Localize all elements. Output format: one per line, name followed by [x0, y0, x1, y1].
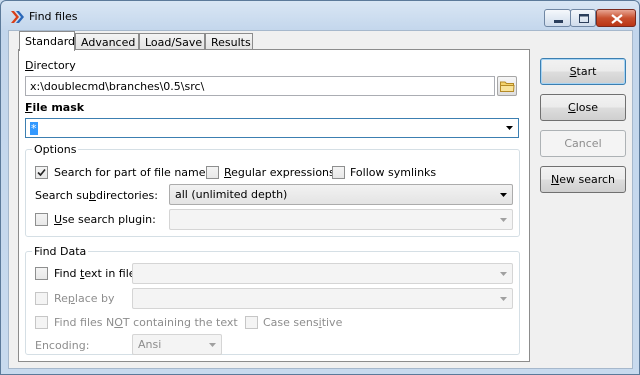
not-containing-checkbox[interactable] [35, 316, 48, 329]
file-mask-value: * [30, 122, 38, 135]
replace-by-combobox[interactable] [132, 288, 513, 309]
case-sensitive-label: Case sensitive [263, 316, 343, 329]
chevron-down-icon [209, 343, 216, 347]
encoding-select[interactable]: Ansi [132, 334, 222, 355]
tab-results[interactable]: Results [205, 33, 253, 50]
standard-tab-panel: Directory x:\doublecmd\branches\0.5\src\… [18, 49, 530, 362]
browse-directory-button[interactable] [497, 76, 517, 96]
follow-symlinks-checkbox[interactable] [332, 166, 345, 179]
case-sensitive-checkbox[interactable] [245, 316, 258, 329]
minimize-icon [554, 20, 563, 23]
follow-symlinks-label: Follow symlinks [350, 166, 437, 179]
title-bar[interactable]: Find files [1, 1, 639, 31]
subdirectories-value: all (unlimited depth) [175, 188, 288, 201]
options-group-title: Options [32, 143, 79, 156]
encoding-value: Ansi [138, 338, 162, 351]
regex-label: Regular expressions [224, 166, 335, 179]
find-data-group: Find Data Find text in file Replace by F… [25, 245, 520, 355]
use-plugin-checkbox[interactable] [35, 213, 48, 226]
replace-by-label: Replace by [54, 292, 115, 305]
file-mask-label: File mask [25, 101, 85, 114]
replace-by-checkbox[interactable] [35, 292, 48, 305]
dialog-client-area: Standard Advanced Load/Save Results Dire… [8, 30, 633, 369]
find-files-window: Find files Standard Advanced Load/Save R… [0, 0, 640, 375]
encoding-label: Encoding: [35, 339, 90, 352]
find-text-label: Find text in file [54, 267, 136, 280]
chevron-down-icon [506, 126, 513, 130]
subdirectories-label: Search subdirectories: [35, 189, 158, 202]
use-plugin-label: Use search plugin: [54, 213, 156, 226]
search-part-checkbox[interactable] [35, 166, 48, 179]
search-plugin-select[interactable] [169, 209, 513, 230]
find-text-combobox[interactable] [132, 263, 513, 284]
file-mask-combobox[interactable]: * [25, 118, 519, 138]
find-data-group-title: Find Data [32, 245, 89, 258]
close-button[interactable]: Close [540, 94, 626, 121]
search-part-label: Search for part of file name [54, 166, 206, 179]
chevron-down-icon [500, 272, 507, 276]
close-window-button[interactable] [596, 9, 636, 27]
tab-advanced[interactable]: Advanced [75, 33, 139, 50]
not-containing-label: Find files NOT containing the text [54, 316, 238, 329]
maximize-button[interactable] [570, 9, 596, 27]
tab-standard[interactable]: Standard [19, 31, 75, 51]
folder-icon [500, 81, 515, 92]
cancel-button[interactable]: Cancel [540, 130, 626, 157]
chevron-down-icon [500, 193, 507, 197]
minimize-button[interactable] [544, 9, 571, 27]
start-button[interactable]: Start [540, 58, 626, 85]
window-title: Find files [29, 10, 78, 23]
directory-input[interactable]: x:\doublecmd\branches\0.5\src\ [25, 76, 495, 96]
maximize-icon [579, 14, 589, 23]
find-text-checkbox[interactable] [35, 267, 48, 280]
tab-load-save[interactable]: Load/Save [139, 33, 205, 50]
new-search-button[interactable]: New search [540, 166, 626, 193]
double-commander-icon [11, 11, 24, 23]
directory-label: Directory [25, 59, 76, 72]
options-group: Options Search for part of file name Reg… [25, 143, 520, 237]
checkmark-icon [37, 168, 46, 177]
subdirectories-select[interactable]: all (unlimited depth) [169, 184, 513, 205]
regex-checkbox[interactable] [206, 166, 219, 179]
close-icon [611, 14, 623, 24]
chevron-down-icon [500, 218, 507, 222]
chevron-down-icon [500, 297, 507, 301]
